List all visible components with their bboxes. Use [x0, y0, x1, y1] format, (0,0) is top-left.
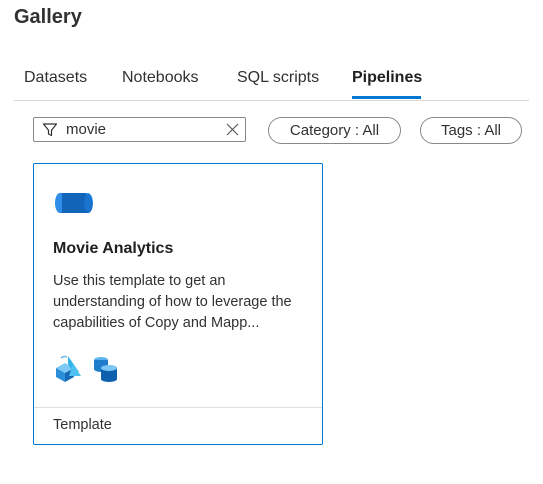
tab-datasets[interactable]: Datasets	[24, 69, 87, 87]
template-card[interactable]: Movie Analytics Use this template to get…	[33, 163, 323, 445]
clear-icon[interactable]	[226, 123, 239, 136]
tab-pipelines[interactable]: Pipelines	[352, 69, 422, 87]
tab-notebooks[interactable]: Notebooks	[122, 69, 199, 87]
card-divider	[34, 407, 322, 408]
data-flow-icon	[94, 357, 117, 382]
search-box	[33, 117, 246, 142]
category-filter-button[interactable]: Category : All	[268, 117, 401, 144]
tags-filter-button[interactable]: Tags : All	[420, 117, 522, 144]
page-title: Gallery	[14, 6, 82, 28]
filter-icon	[42, 123, 58, 137]
tab-bar: Datasets Notebooks SQL scripts Pipelines	[14, 64, 529, 101]
search-input[interactable]	[66, 120, 216, 139]
pipeline-icon	[55, 193, 93, 213]
tab-sql-scripts[interactable]: SQL scripts	[237, 69, 319, 87]
copy-data-icon	[56, 355, 81, 382]
card-title: Movie Analytics	[53, 240, 174, 257]
card-description: Use this template to get an understandin…	[53, 273, 292, 331]
card-footer-label: Template	[53, 417, 112, 433]
active-tab-indicator	[352, 96, 421, 99]
